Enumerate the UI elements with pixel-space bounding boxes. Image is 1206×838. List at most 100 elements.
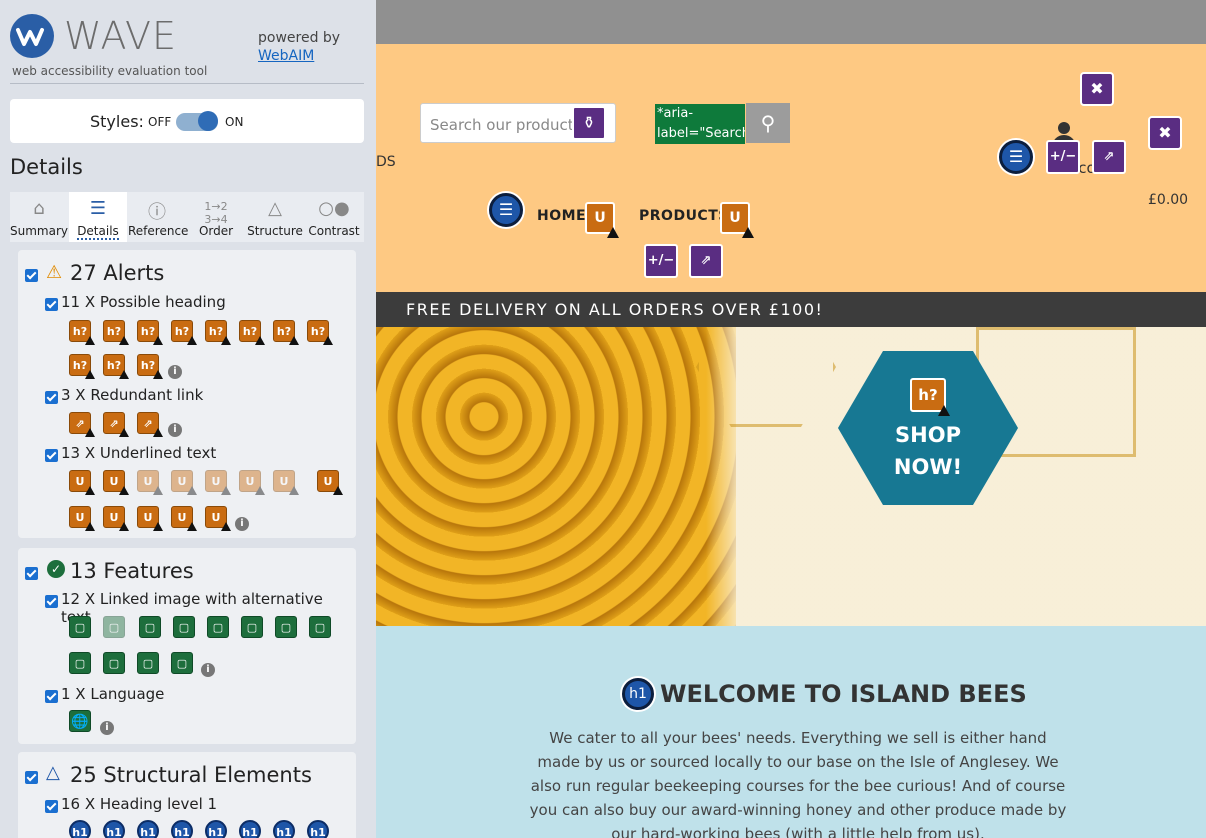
redundant-link-checkbox[interactable] bbox=[45, 391, 58, 404]
linked-image-icon[interactable]: ▢ bbox=[69, 616, 91, 638]
underlined-text-icon[interactable]: U bbox=[171, 506, 197, 531]
linked-image-icon[interactable]: ▢ bbox=[173, 616, 195, 638]
tab-details[interactable]: ☰ Details bbox=[69, 192, 127, 242]
possible-heading-icon[interactable]: h? bbox=[205, 320, 231, 345]
possible-heading-checkbox[interactable] bbox=[45, 298, 58, 311]
h1-icon[interactable]: h1 bbox=[69, 820, 91, 838]
underlined-text-icon[interactable]: U bbox=[720, 202, 754, 238]
tab-summary[interactable]: ⌂ Summary bbox=[10, 192, 68, 242]
linked-image-icon[interactable]: ▢ bbox=[309, 616, 331, 638]
h1-icon[interactable]: h1 bbox=[273, 820, 295, 838]
h1-icon[interactable]: h1 bbox=[103, 820, 125, 838]
info-icon[interactable]: i bbox=[168, 365, 182, 379]
redundant-link-icon[interactable]: ⇗ bbox=[103, 412, 129, 437]
aria-label-tag-icon[interactable]: ⚱ bbox=[572, 106, 606, 140]
globe-icon[interactable]: 🌐 bbox=[69, 710, 91, 732]
linked-image-checkbox[interactable] bbox=[45, 595, 58, 608]
linked-image-icon[interactable]: ▢ bbox=[139, 616, 161, 638]
error-x-icon[interactable]: ✖ bbox=[1080, 72, 1114, 106]
underlined-text-icon[interactable]: U bbox=[137, 506, 163, 531]
underlined-text-label: 13 X Underlined text bbox=[61, 444, 217, 462]
nav-home[interactable]: HOME bbox=[537, 208, 586, 224]
heading-level-1-checkbox[interactable] bbox=[45, 800, 58, 813]
h1-icon[interactable]: h1 bbox=[622, 678, 654, 710]
wave-subtitle: web accessibility evaluation tool bbox=[12, 64, 208, 78]
underlined-text-icon[interactable]: U bbox=[103, 470, 129, 495]
features-section: ✓ 13 Features 12 X Linked image with alt… bbox=[18, 548, 356, 744]
nav-products[interactable]: PRODUCTS bbox=[639, 208, 729, 224]
underlined-text-icon[interactable]: U bbox=[137, 470, 163, 495]
info-icon[interactable]: i bbox=[235, 517, 249, 531]
linked-image-icon[interactable]: ▢ bbox=[103, 616, 125, 638]
h1-icon[interactable]: h1 bbox=[205, 820, 227, 838]
underlined-text-icon[interactable]: U bbox=[69, 506, 95, 531]
list-icon[interactable]: ☰ bbox=[999, 140, 1033, 174]
delivery-banner: FREE DELIVERY ON ALL ORDERS OVER £100! bbox=[376, 292, 1206, 327]
h1-icon[interactable]: h1 bbox=[137, 820, 159, 838]
linked-image-icon[interactable]: ▢ bbox=[241, 616, 263, 638]
possible-heading-icon[interactable]: h? bbox=[239, 320, 265, 345]
underlined-text-icon[interactable]: U bbox=[239, 470, 265, 495]
language-checkbox[interactable] bbox=[45, 690, 58, 703]
possible-heading-icon[interactable]: h? bbox=[103, 354, 129, 379]
page-top-bar bbox=[376, 0, 1206, 44]
linked-image-icon[interactable]: ▢ bbox=[207, 616, 229, 638]
possible-heading-icon[interactable]: h? bbox=[171, 320, 197, 345]
possible-heading-icon[interactable]: h? bbox=[103, 320, 129, 345]
linked-image-icon[interactable]: ▢ bbox=[103, 652, 125, 674]
webaim-link[interactable]: WebAIM bbox=[258, 48, 314, 64]
features-checkbox[interactable] bbox=[25, 567, 38, 580]
underlined-text-icon[interactable]: U bbox=[273, 470, 299, 495]
possible-heading-icon[interactable]: h? bbox=[273, 320, 299, 345]
possible-heading-icon[interactable]: h? bbox=[137, 354, 163, 379]
possible-heading-icon[interactable]: h? bbox=[69, 354, 95, 379]
tab-reference[interactable]: ⓘ Reference bbox=[128, 192, 188, 242]
alert-icon: ⚠ bbox=[46, 262, 63, 283]
search-icon: ⚲ bbox=[760, 111, 776, 135]
possible-heading-icon[interactable]: h? bbox=[69, 320, 95, 345]
styles-toggle-knob[interactable] bbox=[198, 111, 218, 131]
linked-image-icon[interactable]: ▢ bbox=[137, 652, 159, 674]
underlined-text-icon[interactable]: U bbox=[171, 470, 197, 495]
underlined-text-icon[interactable]: U bbox=[205, 470, 231, 495]
search-button[interactable]: ⚲ bbox=[746, 103, 790, 143]
structure-checkbox[interactable] bbox=[25, 771, 38, 784]
list-icon[interactable]: ☰ bbox=[489, 193, 523, 227]
tab-order[interactable]: 1→2 3→4 Order bbox=[187, 192, 245, 242]
info-icon[interactable]: i bbox=[168, 423, 182, 437]
shop-now-label[interactable]: SHOP NOW! bbox=[838, 419, 1018, 483]
tab-structure[interactable]: △ Structure bbox=[246, 192, 304, 242]
error-x-icon[interactable]: ✖ bbox=[1148, 116, 1182, 150]
underlined-text-icon[interactable]: U bbox=[205, 506, 231, 531]
underlined-text-icon[interactable]: U bbox=[103, 506, 129, 531]
linked-image-icon[interactable]: ▢ bbox=[69, 652, 91, 674]
welcome-text: We cater to all your bees' needs. Everyt… bbox=[529, 729, 1067, 838]
h1-icon[interactable]: h1 bbox=[239, 820, 261, 838]
cart-price[interactable]: £0.00 bbox=[1148, 192, 1188, 208]
details-title: Details bbox=[10, 155, 83, 179]
info-icon[interactable]: i bbox=[100, 721, 114, 735]
structure-section: △ 25 Structural Elements 16 X Heading le… bbox=[18, 752, 356, 838]
h1-icon[interactable]: h1 bbox=[307, 820, 329, 838]
link-icon[interactable]: ⇗ bbox=[1092, 140, 1126, 174]
underlined-text-icon[interactable]: U bbox=[69, 470, 95, 495]
h1-icon[interactable]: h1 bbox=[171, 820, 193, 838]
alerts-checkbox[interactable] bbox=[25, 269, 38, 282]
linked-image-icon[interactable]: ▢ bbox=[171, 652, 193, 674]
tab-contrast[interactable]: ○● Contrast bbox=[305, 192, 363, 242]
possible-heading-icon[interactable]: h? bbox=[137, 320, 163, 345]
possible-heading-icon[interactable]: h? bbox=[307, 320, 333, 345]
contrast-icon: ○● bbox=[318, 198, 350, 219]
link-icon[interactable]: ⇗ bbox=[689, 244, 723, 278]
redundant-link-icon[interactable]: ⇗ bbox=[69, 412, 95, 437]
info-icon[interactable]: i bbox=[201, 663, 215, 677]
underlined-text-icon[interactable]: U bbox=[585, 202, 619, 238]
possible-heading-icon[interactable]: h? bbox=[910, 378, 950, 416]
expand-icon[interactable]: +/− bbox=[644, 244, 678, 278]
linked-image-icon[interactable]: ▢ bbox=[275, 616, 297, 638]
underlined-text-icon[interactable]: U bbox=[317, 470, 343, 495]
expand-icon[interactable]: +/− bbox=[1046, 140, 1080, 174]
redundant-link-icon[interactable]: ⇗ bbox=[137, 412, 163, 437]
underlined-text-checkbox[interactable] bbox=[45, 449, 58, 462]
structure-icon: △ bbox=[268, 198, 282, 219]
